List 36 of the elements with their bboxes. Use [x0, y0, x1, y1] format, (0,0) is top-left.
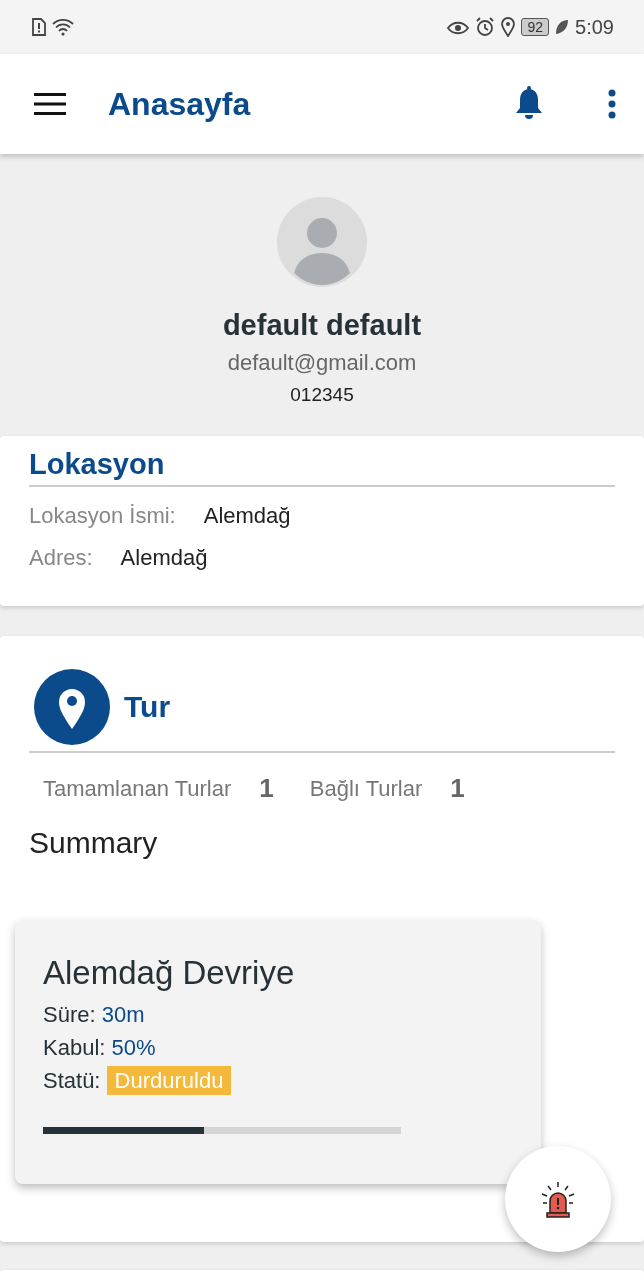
- section-title: Tur: [124, 690, 171, 724]
- acceptance-value: 50%: [111, 1035, 156, 1060]
- bell-icon[interactable]: [514, 86, 544, 122]
- location-icon: [501, 17, 516, 37]
- stat-value: 1: [259, 773, 274, 804]
- tour-name: Alemdağ Devriye: [43, 954, 296, 992]
- status-label: Statü:: [43, 1068, 101, 1093]
- user-phone: 012345: [290, 384, 354, 406]
- stat-value: 1: [450, 773, 465, 804]
- battery-level: 92: [521, 18, 550, 36]
- alarm-icon: [475, 17, 496, 37]
- eye-icon: [447, 19, 470, 35]
- leaf-icon: [555, 19, 570, 35]
- alarm-button[interactable]: [505, 1146, 611, 1252]
- field-value: Alemdağ: [120, 545, 208, 571]
- menu-icon[interactable]: [34, 93, 66, 115]
- field-value: Alemdağ: [203, 503, 291, 529]
- more-icon[interactable]: [608, 89, 616, 119]
- section-title: Lokasyon: [29, 448, 166, 482]
- stat-label: Bağlı Turlar: [309, 775, 423, 802]
- acceptance-label: Kabul:: [43, 1035, 106, 1060]
- location-pin-icon: [34, 669, 110, 745]
- user-name: default default: [222, 309, 422, 342]
- field-label: Adres:: [29, 545, 93, 571]
- duration-value: 30m: [101, 1002, 145, 1027]
- duration-label: Süre:: [43, 1002, 96, 1027]
- page-title: Anasayfa: [108, 85, 252, 123]
- sim-alert-icon: [32, 18, 46, 36]
- summary-heading: Summary: [29, 826, 159, 860]
- field-label: Lokasyon İsmi:: [29, 503, 176, 529]
- clock-time: 5:09: [575, 15, 614, 39]
- tour-summary-card[interactable]: Alemdağ Devriye Süre: 30m Kabul: 50% Statü: Durduruldu: [15, 920, 541, 1184]
- stat-label: Tamamlanan Turlar: [43, 775, 232, 802]
- status-badge: Durduruldu: [106, 1066, 232, 1095]
- user-email: default@gmail.com: [227, 350, 417, 376]
- wifi-icon: [52, 18, 74, 36]
